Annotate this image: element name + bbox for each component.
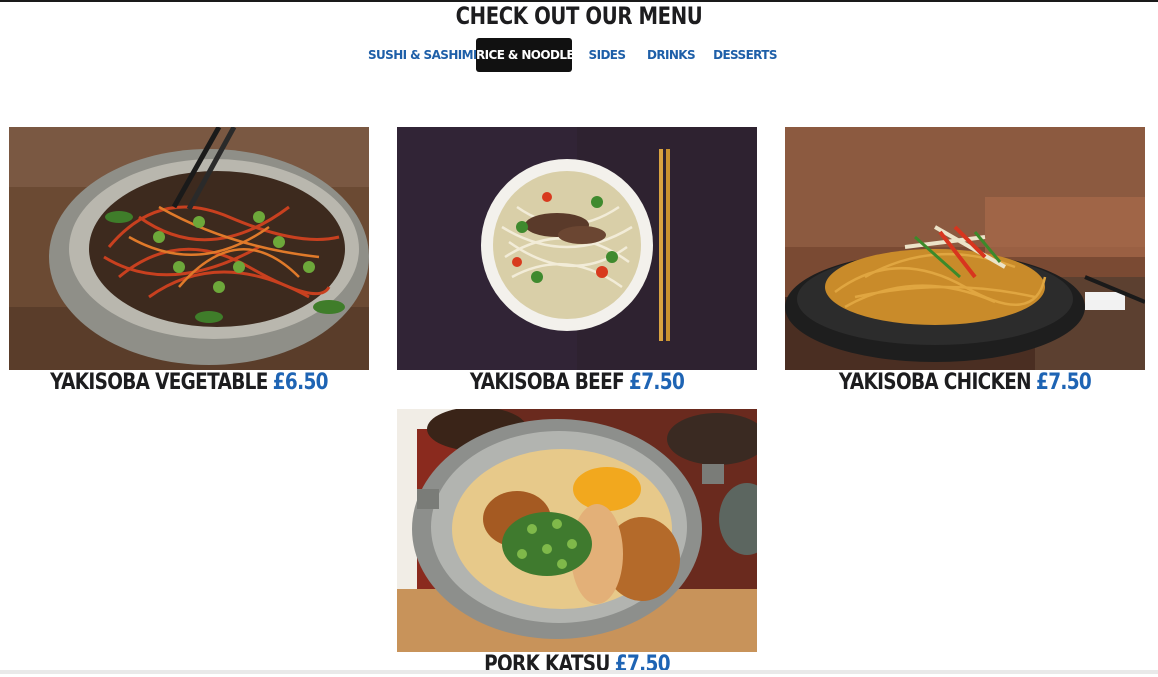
menu-item-name: YAKISOBA BEEF bbox=[469, 370, 625, 395]
menu-item-name: YAKISOBA VEGETABLE bbox=[50, 370, 268, 395]
horizontal-scrollbar-track bbox=[0, 670, 1158, 674]
menu-item-caption: YAKISOBA VEGETABLE £6.50 bbox=[38, 370, 340, 395]
menu-item-name: YAKISOBA CHICKEN bbox=[838, 370, 1032, 395]
menu-item-price: £7.50 bbox=[629, 370, 685, 395]
tab-sides[interactable]: SIDES bbox=[584, 38, 630, 72]
tab-drinks[interactable]: DRINKS bbox=[644, 38, 698, 72]
page-title: CHECK OUT OUR MENU bbox=[455, 2, 703, 30]
pork-katsu-image[interactable] bbox=[397, 409, 757, 652]
menu-item-price: £6.50 bbox=[272, 370, 329, 395]
yakisoba-chicken-image[interactable] bbox=[785, 127, 1145, 370]
yakisoba-beef-image[interactable] bbox=[397, 127, 757, 370]
tab-rice-noodles[interactable]: RICE & NOODLES bbox=[476, 38, 583, 72]
tab-desserts[interactable]: DESSERTS bbox=[712, 38, 778, 72]
yakisoba-vegetable-image[interactable] bbox=[9, 127, 369, 370]
menu-item-caption: YAKISOBA CHICKEN £7.50 bbox=[814, 370, 1116, 395]
menu-item-price: £7.50 bbox=[1036, 370, 1092, 395]
menu-category-tabs: SUSHI & SASHIMI RICE & NOODLES SIDES DRI… bbox=[0, 38, 1158, 72]
tab-sushi-sashimi[interactable]: SUSHI & SASHIMI bbox=[368, 38, 477, 72]
menu-item-caption: YAKISOBA BEEF £7.50 bbox=[426, 370, 728, 395]
